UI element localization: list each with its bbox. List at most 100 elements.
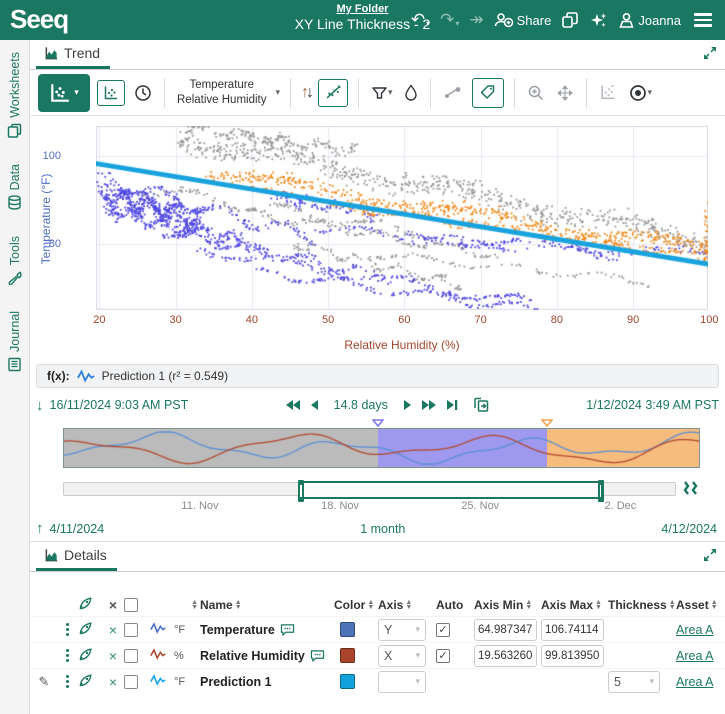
xy-plot-canvas[interactable] (96, 126, 708, 310)
axis-select[interactable]: ▾ (378, 671, 426, 693)
color-button[interactable] (402, 82, 420, 103)
hamburger-menu[interactable] (691, 10, 715, 30)
color-swatch[interactable] (340, 674, 355, 689)
xy-chart[interactable]: Temperature (°F) Relative Humidity (%) 8… (30, 116, 725, 362)
step-back-button[interactable] (310, 399, 319, 411)
step-forward-fast-button[interactable] (421, 399, 437, 411)
remove-item-icon[interactable]: × (102, 622, 124, 638)
sort-icon[interactable]: ▲▼ (191, 601, 198, 610)
copy-time-range-button[interactable] (473, 397, 490, 413)
sort-icon[interactable]: ▲▼ (525, 601, 532, 610)
display-range-duration[interactable]: 14.8 days (334, 398, 388, 412)
sort-icon[interactable]: ▲▼ (711, 601, 718, 610)
duplicate-worksheet-button[interactable] (561, 11, 579, 29)
thickness-select[interactable]: 5▾ (608, 671, 660, 693)
slider-handle-left[interactable] (298, 480, 304, 502)
axis-min-input[interactable] (474, 619, 537, 641)
auto-checkbox[interactable]: ✓ (436, 649, 450, 663)
scatterplot-toggle-button[interactable] (97, 80, 125, 106)
capsule-time-button[interactable]: ▾ (626, 81, 655, 105)
investigate-end-date[interactable]: 4/12/2024 (661, 522, 717, 536)
connect-points-button[interactable] (441, 84, 465, 102)
labels-button[interactable] (472, 78, 504, 108)
ai-assistant-button[interactable] (589, 11, 608, 30)
row-menu-kebab[interactable] (56, 623, 78, 636)
col-axis[interactable]: Axis (378, 598, 403, 612)
header-remove-all-icon[interactable]: × (102, 597, 124, 613)
asset-link[interactable]: Area A (676, 623, 714, 637)
axis-max-input[interactable] (541, 619, 604, 641)
item-name[interactable]: Temperature (200, 623, 275, 637)
col-asset[interactable]: Asset (676, 598, 709, 612)
display-range-end[interactable]: 1/12/2024 3:49 AM PST (586, 398, 719, 412)
auto-checkbox[interactable]: ✓ (436, 623, 450, 637)
rocket-icon[interactable] (78, 673, 102, 691)
row-checkbox[interactable] (124, 649, 138, 663)
row-checkbox[interactable] (124, 623, 138, 637)
investigate-arrow-icon[interactable]: ↑ (36, 520, 44, 537)
display-range-start[interactable]: 16/11/2024 9:03 AM PST (50, 398, 189, 412)
squeeze-range-button[interactable] (682, 480, 700, 501)
tab-trend[interactable]: Trend (36, 41, 110, 69)
signal-selector-chevron[interactable]: ▾ (275, 87, 280, 98)
density-plot-button[interactable] (132, 82, 154, 104)
slider-track[interactable] (63, 482, 676, 496)
col-auto[interactable]: Auto (436, 598, 474, 612)
sidebar-item-tools[interactable]: Tools (7, 236, 22, 285)
axis-select[interactable]: Y▾ (378, 619, 426, 641)
col-name[interactable]: Name (200, 598, 233, 612)
range-start-arrow-icon[interactable]: ↓ (36, 397, 44, 414)
tab-details[interactable]: Details (36, 543, 117, 571)
user-menu[interactable]: Joanna (618, 12, 681, 29)
col-color[interactable]: Color (334, 598, 365, 612)
sort-icon[interactable]: ▲▼ (669, 601, 676, 610)
regression-line-button[interactable] (318, 79, 348, 107)
swap-axes-button[interactable]: ↑↓ (301, 84, 311, 102)
row-menu-kebab[interactable] (56, 649, 78, 662)
col-axis-max[interactable]: Axis Max (541, 598, 593, 612)
item-name[interactable]: Prediction 1 (200, 675, 272, 689)
fx-bar[interactable]: f(x): Prediction 1 (r² = 0.549) (36, 364, 719, 388)
step-forward-button[interactable] (403, 399, 412, 411)
view-mode-button[interactable]: ▾ (38, 74, 90, 112)
pan-button[interactable] (554, 82, 576, 104)
remove-item-icon[interactable]: × (102, 648, 124, 664)
row-menu-kebab[interactable] (56, 675, 78, 688)
remove-item-icon[interactable]: × (102, 674, 124, 690)
comment-icon[interactable] (310, 649, 325, 662)
sidebar-item-journal[interactable]: Journal (7, 311, 22, 372)
axis-min-input[interactable] (474, 645, 537, 667)
minichart-canvas[interactable] (64, 429, 699, 467)
filter-chevron[interactable]: ▾ (388, 87, 393, 98)
edit-pencil-icon[interactable]: ✎ (32, 674, 56, 690)
color-swatch[interactable] (340, 648, 355, 663)
zoom-in-button[interactable] (525, 82, 547, 104)
asset-link[interactable]: Area A (676, 649, 714, 663)
details-expand-button[interactable] (703, 548, 717, 565)
breadcrumb[interactable]: My Folder (337, 3, 389, 15)
axis-select[interactable]: X▾ (378, 645, 426, 667)
header-rocket-icon[interactable] (78, 596, 102, 614)
axis-max-input[interactable] (541, 645, 604, 667)
sort-icon[interactable]: ▲▼ (367, 601, 374, 610)
row-checkbox[interactable] (124, 675, 138, 689)
sidebar-item-worksheets[interactable]: Worksheets (7, 52, 22, 138)
step-back-fast-button[interactable] (285, 399, 301, 411)
header-select-all-checkbox[interactable] (124, 598, 138, 612)
investigate-duration[interactable]: 1 month (360, 522, 405, 536)
filter-button[interactable]: ▾ (369, 83, 395, 103)
sort-icon[interactable]: ▲▼ (595, 601, 602, 610)
minimap-toggle-button[interactable] (597, 82, 619, 103)
trend-expand-button[interactable] (703, 46, 717, 63)
rocket-icon[interactable] (78, 647, 102, 665)
sort-icon[interactable]: ▲▼ (405, 601, 412, 610)
capsule-time-chevron[interactable]: ▾ (648, 87, 653, 98)
color-swatch[interactable] (340, 622, 355, 637)
step-to-end-button[interactable] (446, 399, 458, 411)
asset-link[interactable]: Area A (676, 675, 714, 689)
sort-icon[interactable]: ▲▼ (235, 601, 242, 610)
comment-icon[interactable] (280, 623, 295, 636)
sidebar-item-data[interactable]: Data (7, 164, 22, 210)
col-axis-min[interactable]: Axis Min (474, 598, 523, 612)
rocket-icon[interactable] (78, 621, 102, 639)
